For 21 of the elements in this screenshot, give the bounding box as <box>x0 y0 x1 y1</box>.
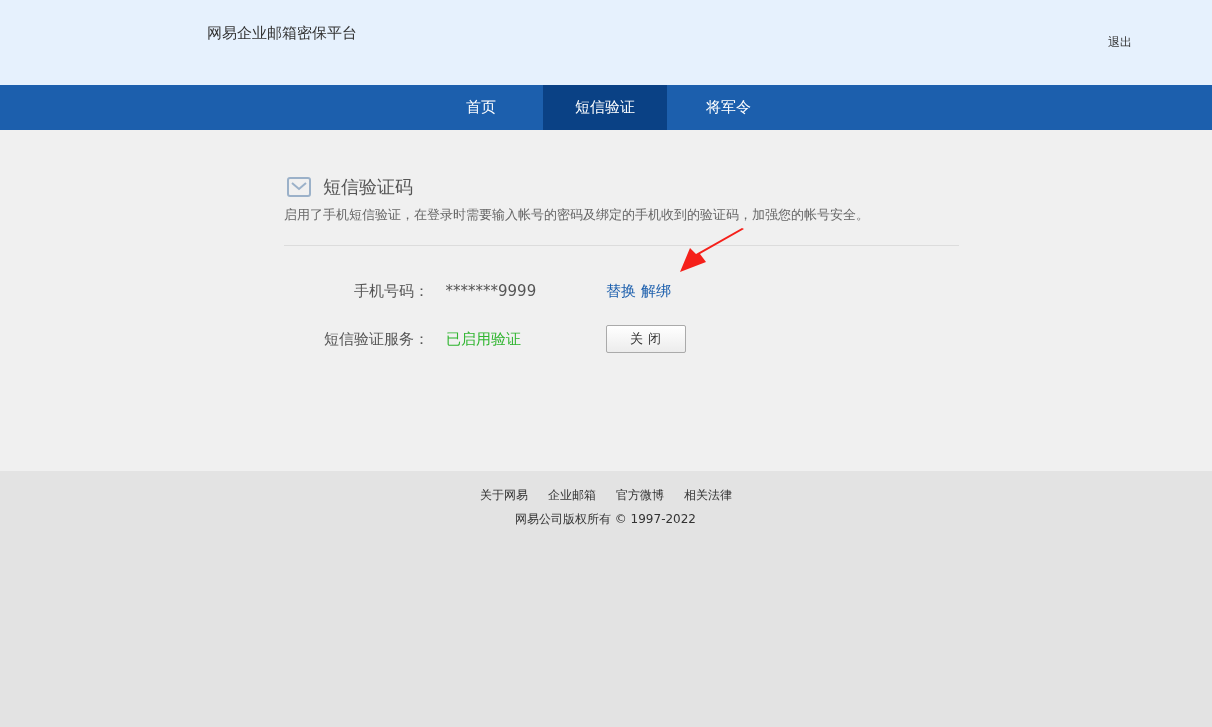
footer-link[interactable]: 关于网易 <box>479 486 528 504</box>
footer-link[interactable]: 相关法律 <box>683 486 732 504</box>
platform-title: 网易企业邮箱密保平台 <box>207 23 357 44</box>
section-title: 短信验证码 <box>322 175 413 199</box>
nav-tab[interactable]: 首页 <box>418 85 543 130</box>
footer-link[interactable]: 企业邮箱 <box>547 486 596 504</box>
section-description: 启用了手机短信验证，在登录时需要输入帐号的密码及绑定的手机收到的验证码，加强您的帐号安全。 <box>283 206 870 224</box>
field-label: 短信验证服务： <box>322 328 429 350</box>
service-status: 已启用验证 <box>445 328 522 350</box>
field-label: 手机号码： <box>352 280 429 302</box>
logout-link[interactable]: 退出 <box>1108 33 1132 51</box>
footer-link[interactable]: 官方微博 <box>615 486 664 504</box>
phone-number: *******9999 <box>445 280 538 302</box>
envelope-icon <box>286 176 311 197</box>
action-link[interactable]: 解绑 <box>640 279 671 302</box>
close-button[interactable]: 关 闭 <box>605 324 686 353</box>
action-link[interactable]: 替换 <box>605 279 636 302</box>
arrow-annotation-icon <box>677 227 746 274</box>
nav-tab[interactable]: 短信验证 <box>542 85 667 130</box>
copyright-text: 网易公司版权所有 © 1997-2022 <box>514 511 696 528</box>
nav-tab[interactable]: 将军令 <box>666 85 791 130</box>
